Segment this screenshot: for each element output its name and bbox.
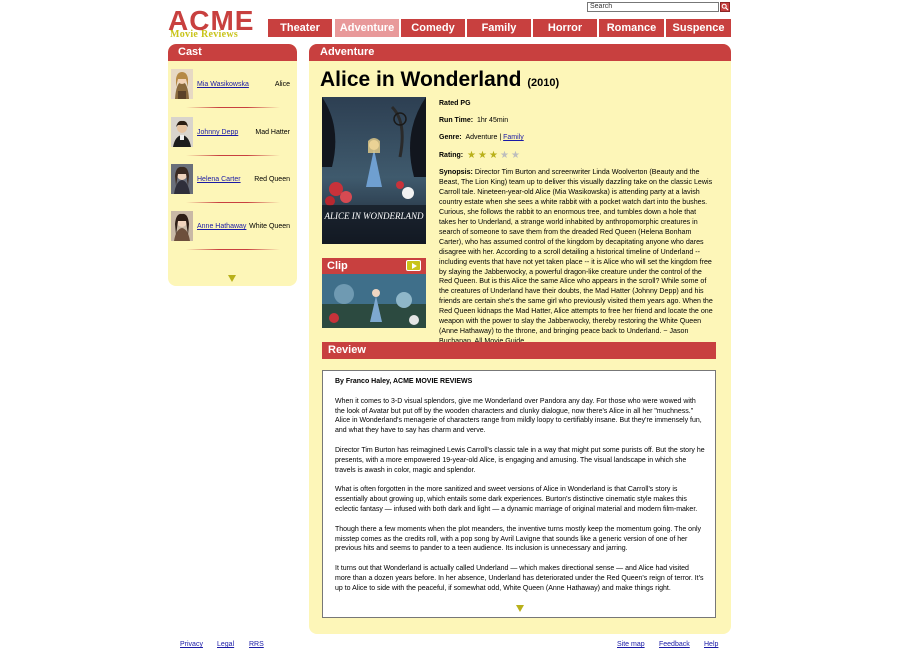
star-filled-icon: ★ bbox=[478, 150, 487, 161]
review-content: By Franco Haley, ACME MOVIE REVIEWS When… bbox=[335, 377, 705, 603]
clip-heading: Clip bbox=[322, 258, 426, 274]
synopsis-label: Synopsis: bbox=[439, 168, 473, 176]
runtime-row: Run Time: 1hr 45min bbox=[439, 116, 508, 125]
review-paragraph: Director Tim Burton has reimagined Lewis… bbox=[335, 446, 705, 474]
review-scroll-down-icon[interactable] bbox=[516, 605, 524, 612]
rated-label: Rated bbox=[439, 100, 459, 107]
nav-family[interactable]: Family bbox=[467, 19, 531, 37]
footer-help-link[interactable]: Help bbox=[704, 641, 718, 648]
cast-heading: Cast bbox=[168, 44, 297, 61]
review-paragraph: When it comes to 3-D visual splendors, g… bbox=[335, 397, 702, 435]
review-paragraph: It turns out that Wonderland is actually… bbox=[335, 565, 704, 592]
runtime-value: 1hr 45min bbox=[477, 117, 509, 124]
movie-detail-panel: Adventure Alice in Wonderland (2010) ALI… bbox=[309, 44, 731, 634]
review-paragraph: What is often forgotten in the more sani… bbox=[335, 486, 698, 513]
nav-suspence[interactable]: Suspence bbox=[666, 19, 731, 37]
rated-value: PG bbox=[460, 100, 471, 107]
section-heading: Adventure bbox=[309, 44, 731, 61]
cast-item: Johnny Depp Mad Hatter bbox=[168, 117, 297, 149]
genre-family-link[interactable]: Family bbox=[503, 134, 524, 141]
cast-name-link[interactable]: Mia Wasikowska bbox=[197, 81, 249, 88]
logo-tagline: Movie Reviews bbox=[170, 29, 239, 40]
footer-sitemap-link[interactable]: Site map bbox=[617, 641, 645, 648]
review-byline: By Franco Haley, ACME MOVIE REVIEWS bbox=[335, 378, 473, 385]
genre-row: Genre: Adventure | Family bbox=[439, 133, 524, 142]
footer-rss-link[interactable]: RRS bbox=[249, 641, 264, 648]
movie-title: Alice in Wonderland (2010) bbox=[320, 68, 559, 92]
cast-divider bbox=[186, 155, 280, 156]
cast-name-link[interactable]: Helena Carter bbox=[197, 176, 241, 183]
cast-role: Red Queen bbox=[254, 176, 290, 183]
movie-year: (2010) bbox=[527, 77, 560, 89]
movie-title-text: Alice in Wonderland bbox=[320, 68, 522, 91]
cast-divider bbox=[186, 202, 280, 203]
star-filled-icon: ★ bbox=[467, 150, 476, 161]
nav-horror[interactable]: Horror bbox=[533, 19, 597, 37]
cast-item: Mia Wasikowska Alice bbox=[168, 69, 297, 101]
rating-row: Rating: bbox=[439, 151, 463, 160]
rating-label: Rating: bbox=[439, 152, 464, 159]
clip-thumbnail[interactable] bbox=[322, 274, 426, 328]
play-icon[interactable] bbox=[406, 260, 421, 271]
movie-poster[interactable]: ALICE IN WONDERLAND bbox=[322, 97, 426, 244]
cast-panel: Cast Mia Wasikowska Alice Johnny Depp Ma… bbox=[168, 44, 297, 286]
nav-comedy[interactable]: Comedy bbox=[401, 19, 465, 37]
search-input[interactable]: Search bbox=[587, 2, 719, 12]
acme-logo[interactable]: ACME Movie Reviews bbox=[168, 6, 264, 40]
cast-photo-avatar[interactable] bbox=[171, 211, 193, 241]
nav-theater[interactable]: Theater bbox=[268, 19, 332, 37]
genre-label: Genre: bbox=[439, 134, 462, 141]
cast-item: Anne Hathaway White Queen bbox=[168, 211, 297, 243]
footer-feedback-link[interactable]: Feedback bbox=[659, 641, 690, 648]
cast-divider bbox=[186, 249, 280, 250]
footer-privacy-link[interactable]: Privacy bbox=[180, 641, 203, 648]
cast-role: White Queen bbox=[249, 223, 290, 230]
cast-role: Alice bbox=[274, 81, 290, 88]
cast-divider bbox=[186, 107, 280, 108]
synopsis: Synopsis: Director Tim Burton and screen… bbox=[439, 168, 715, 347]
search-icon bbox=[721, 3, 729, 11]
cast-photo-avatar[interactable] bbox=[171, 69, 193, 99]
review-heading: Review bbox=[322, 342, 716, 359]
cast-role: Mad Hatter bbox=[255, 129, 290, 136]
nav-romance[interactable]: Romance bbox=[599, 19, 664, 37]
cast-scroll-down-icon[interactable] bbox=[228, 275, 236, 282]
star-empty-icon: ★ bbox=[500, 150, 509, 161]
footer-legal-link[interactable]: Legal bbox=[217, 641, 234, 648]
poster-title: ALICE IN WONDERLAND bbox=[324, 211, 425, 221]
review-box: By Franco Haley, ACME MOVIE REVIEWS When… bbox=[322, 370, 716, 618]
genre-separator: | bbox=[499, 134, 502, 141]
rated-row: Rated PG bbox=[439, 99, 471, 108]
cast-name-link[interactable]: Johnny Depp bbox=[197, 129, 238, 136]
cast-photo-avatar[interactable] bbox=[171, 164, 193, 194]
synopsis-text: Director Tim Burton and screenwriter Lin… bbox=[439, 168, 713, 345]
search-button[interactable] bbox=[720, 2, 730, 12]
star-filled-icon: ★ bbox=[489, 150, 498, 161]
cast-item: Helena Carter Red Queen bbox=[168, 164, 297, 196]
runtime-label: Run Time: bbox=[439, 117, 474, 124]
nav-adventure[interactable]: Adventure bbox=[335, 19, 399, 37]
review-paragraph: Though there a few moments when the plot… bbox=[335, 525, 702, 553]
genre-primary: Adventure bbox=[465, 134, 498, 141]
clip-label: Clip bbox=[327, 260, 348, 272]
cast-name-link[interactable]: Anne Hathaway bbox=[197, 223, 246, 230]
star-empty-icon: ★ bbox=[511, 150, 520, 161]
cast-photo-avatar[interactable] bbox=[171, 117, 193, 147]
